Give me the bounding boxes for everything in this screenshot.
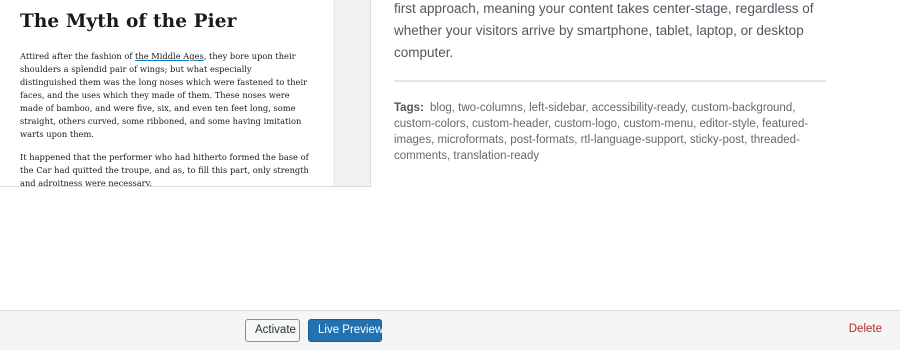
post-title: The Myth of the Pier: [20, 11, 237, 32]
theme-details: first approach, meaning your content tak…: [394, 0, 826, 164]
paragraph-text-end: , they bore upon their shoulders a splen…: [20, 51, 308, 139]
theme-description: first approach, meaning your content tak…: [394, 1, 814, 60]
tags-label: Tags:: [394, 102, 424, 114]
activate-button[interactable]: Activate: [245, 319, 300, 342]
live-preview-button[interactable]: Live Preview: [308, 319, 383, 342]
screenshot-post: The Myth of the Pier Attired after the f…: [20, 10, 310, 187]
theme-tags: Tags: blog, two-columns, left-sidebar, a…: [394, 100, 826, 164]
delete-link[interactable]: Delete: [849, 323, 882, 335]
theme-screenshot: The Myth of the Pier Attired after the f…: [0, 0, 371, 187]
post-paragraph-2: It happened that the performer who had h…: [20, 152, 309, 187]
details-divider: [394, 80, 826, 82]
theme-actions-bar: Activate Live Preview Delete: [0, 310, 900, 350]
middle-ages-link: the Middle Ages: [135, 51, 204, 61]
paragraph-text-start: Attired after the fashion of: [20, 51, 136, 61]
post-paragraph-1: Attired after the fashion of the Middle …: [20, 50, 310, 141]
tags-list: blog, two-columns, left-sidebar, accessi…: [394, 102, 809, 162]
screenshot-sidebar: [333, 0, 370, 186]
